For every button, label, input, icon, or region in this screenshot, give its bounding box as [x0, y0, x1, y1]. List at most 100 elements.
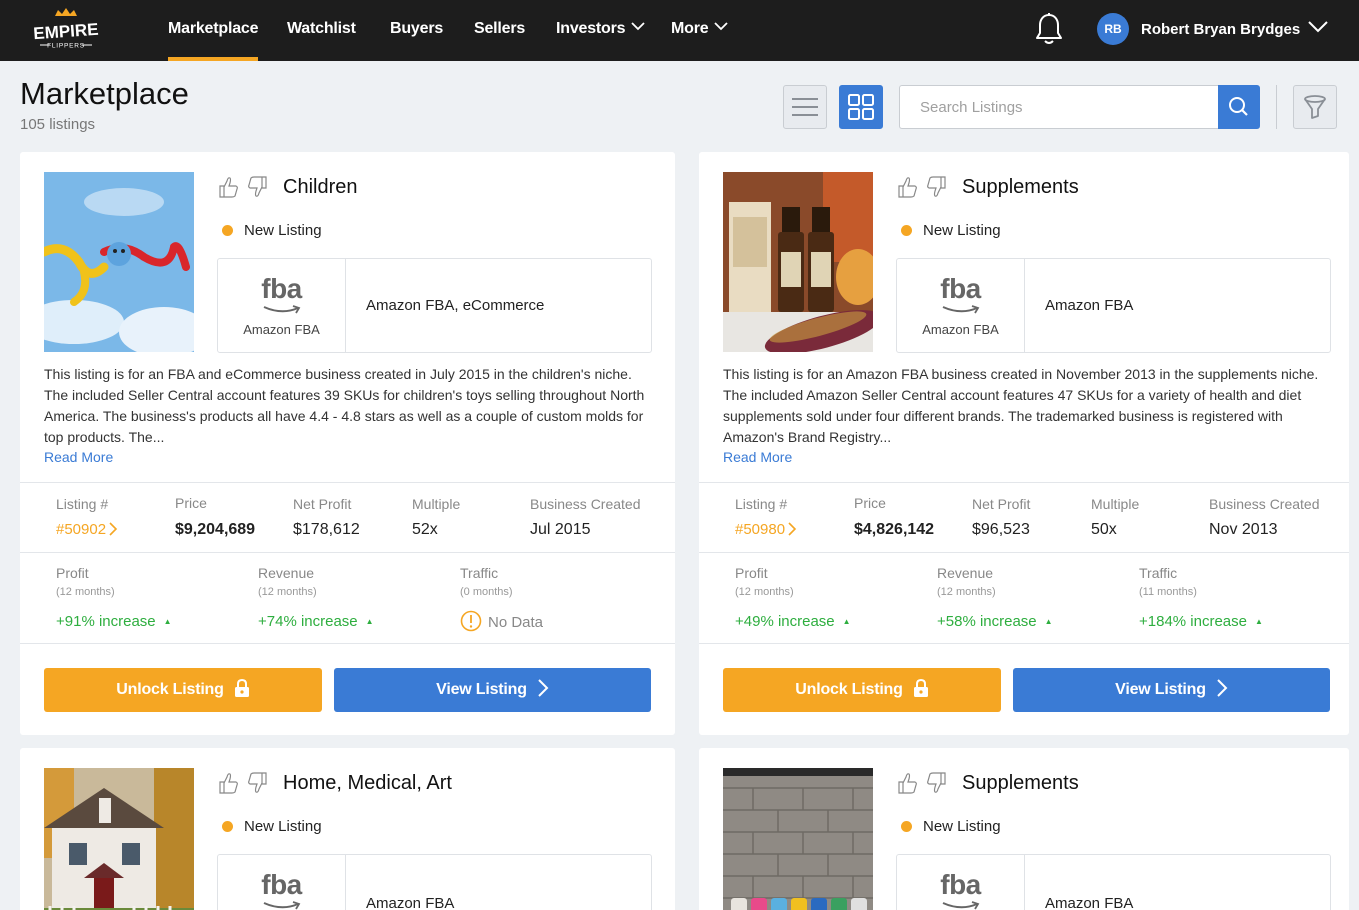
monetization-box: fba Amazon FBA	[217, 854, 652, 910]
listing-image[interactable]	[723, 172, 873, 352]
grid-icon	[848, 94, 874, 120]
listing-number-link[interactable]: #50902	[56, 521, 118, 538]
fba-logo: fba	[897, 855, 1025, 910]
svg-text:EMPIRE: EMPIRE	[33, 20, 99, 44]
amazon-smile-icon	[263, 901, 301, 910]
listing-status: New Listing	[244, 818, 322, 835]
chevron-right-icon	[788, 522, 797, 536]
listing-image[interactable]	[723, 768, 873, 910]
traffic-no-data: No Data	[460, 610, 543, 632]
view-listing-button[interactable]: View Listing	[1013, 668, 1330, 712]
profit-trend: +49% increase ▲	[735, 613, 851, 630]
traffic-label: Traffic	[1139, 565, 1178, 581]
listing-description: This listing is for an FBA and eCommerce…	[44, 366, 645, 445]
empire-flippers-logo[interactable]: EMPIRE FLIPPERS	[24, 8, 108, 53]
listing-status: New Listing	[244, 222, 322, 239]
fba-logo: fba Amazon FBA	[897, 259, 1025, 352]
thumbs-icons[interactable]	[218, 772, 268, 794]
unlock-listing-button[interactable]: Unlock Listing	[44, 668, 322, 712]
thumbs-icons[interactable]	[218, 176, 268, 198]
listing-niche[interactable]: Supplements	[962, 176, 1079, 199]
revenue-label: Revenue	[937, 565, 994, 581]
nav-marketplace[interactable]: Marketplace	[168, 0, 259, 61]
nav-watchlist[interactable]: Watchlist	[287, 0, 356, 61]
status-dot	[901, 821, 912, 832]
up-arrow-icon: ▲	[365, 617, 374, 626]
listing-niche[interactable]: Supplements	[962, 772, 1079, 795]
fba-logo: fba Amazon FBA	[218, 259, 346, 352]
price-label: Price	[854, 495, 886, 511]
up-arrow-icon: ▲	[1044, 617, 1053, 626]
net-profit-value: $178,612	[293, 521, 360, 538]
profit-label: Profit	[735, 565, 768, 581]
chevron-down-icon	[631, 22, 645, 31]
lock-icon	[234, 678, 249, 697]
read-more-link[interactable]: Read More	[44, 449, 113, 465]
divider	[699, 552, 1349, 553]
status-dot	[222, 821, 233, 832]
profit-period: (12 months)	[56, 586, 115, 598]
thumbs-icons[interactable]	[897, 176, 947, 198]
business-created-value: Nov 2013	[1209, 521, 1278, 538]
filter-button[interactable]	[1293, 85, 1337, 129]
grid-view-button[interactable]	[839, 85, 883, 129]
monetization-box: fba Amazon FBA	[896, 854, 1331, 910]
up-arrow-icon: ▲	[163, 617, 172, 626]
revenue-label: Revenue	[258, 565, 315, 581]
revenue-period: (12 months)	[937, 586, 996, 598]
amazon-smile-icon	[942, 305, 980, 314]
warning-icon	[460, 610, 482, 632]
lock-icon	[913, 678, 928, 697]
search-input[interactable]	[899, 85, 1219, 129]
nav-sellers[interactable]: Sellers	[474, 0, 525, 61]
list-icon	[792, 98, 818, 116]
nav-buyers[interactable]: Buyers	[390, 0, 443, 61]
avatar[interactable]: RB	[1097, 13, 1129, 45]
svg-text:FLIPPERS: FLIPPERS	[47, 43, 85, 50]
nav-more[interactable]: More	[671, 0, 729, 61]
traffic-trend: +184% increase ▲	[1139, 613, 1263, 630]
monetization-types: Amazon FBA, eCommerce	[366, 297, 545, 314]
user-name[interactable]: Robert Bryan Brydges	[1141, 0, 1300, 60]
price-value: $9,204,689	[175, 521, 256, 538]
amazon-smile-icon	[263, 305, 301, 314]
business-created-label: Business Created	[1209, 496, 1320, 512]
listing-number-label: Listing #	[735, 496, 788, 512]
listing-number-link[interactable]: #50980	[735, 521, 797, 538]
read-more-link[interactable]: Read More	[723, 449, 792, 465]
fba-logo: fba	[218, 855, 346, 910]
monetization-types: Amazon FBA	[366, 895, 455, 910]
divider	[699, 643, 1349, 644]
monetization-types: Amazon FBA	[1045, 895, 1134, 910]
business-created-label: Business Created	[530, 496, 641, 512]
toolbar-divider	[1276, 85, 1277, 129]
listing-image[interactable]	[44, 768, 194, 910]
view-listing-button[interactable]: View Listing	[334, 668, 651, 712]
thumbs-icons[interactable]	[897, 772, 947, 794]
filter-icon	[1304, 95, 1326, 119]
listing-image[interactable]	[44, 172, 194, 352]
list-view-button[interactable]	[783, 85, 827, 129]
unlock-listing-button[interactable]: Unlock Listing	[723, 668, 1001, 712]
multiple-value: 50x	[1091, 521, 1117, 538]
listing-status: New Listing	[923, 818, 1001, 835]
nav-investors[interactable]: Investors	[556, 0, 645, 61]
divider	[20, 482, 675, 483]
chevron-right-icon	[538, 679, 549, 697]
listing-card: Home, Medical, Art New Listing fba Amazo…	[20, 748, 675, 910]
listing-card: Supplements New Listing fba Amazon FBA	[699, 748, 1349, 910]
search-icon	[1229, 97, 1248, 116]
search-button[interactable]	[1218, 85, 1260, 129]
monetization-box: fba Amazon FBA Amazon FBA, eCommerce	[217, 258, 652, 353]
traffic-period: (0 months)	[460, 586, 513, 598]
chevron-down-icon[interactable]	[1307, 19, 1329, 35]
listing-niche[interactable]: Children	[283, 176, 357, 199]
listing-niche[interactable]: Home, Medical, Art	[283, 772, 452, 795]
revenue-period: (12 months)	[258, 586, 317, 598]
divider	[20, 643, 675, 644]
revenue-trend: +58% increase ▲	[937, 613, 1053, 630]
page-title: Marketplace	[20, 76, 189, 111]
bell-icon[interactable]	[1033, 12, 1065, 46]
listing-number-label: Listing #	[56, 496, 109, 512]
traffic-period: (11 months)	[1139, 586, 1197, 598]
